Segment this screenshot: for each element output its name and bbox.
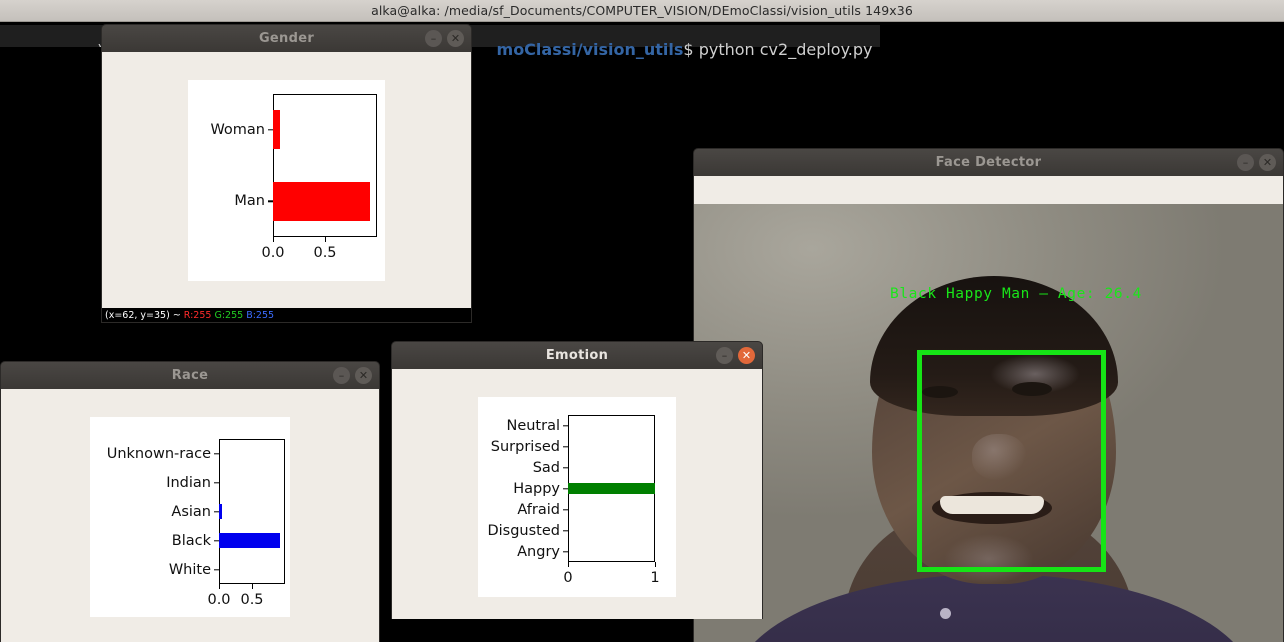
gender-x-tick-label: 0.5 [313,245,337,261]
emotion-window[interactable]: Emotion – ✕ Angry Disgusted Afraid Happy Sad… [391,341,763,619]
emotion-toolbar[interactable] [391,369,763,397]
race-window[interactable]: Race – ✕ White Black Asian Indian Unknown-ra… [0,361,380,642]
emotion-window-controls: – ✕ [716,347,755,364]
emotion-y-label: Afraid [517,501,560,518]
terminal-right-fill [880,22,1284,48]
emotion-plot-area: Angry Disgusted Afraid Happy Sad Surprised Neu… [391,397,763,619]
race-bar-black [219,532,281,549]
face-detector-window-controls: – ✕ [1237,154,1276,171]
race-y-tick [214,568,219,571]
emotion-titlebar[interactable]: Emotion – ✕ [391,341,763,369]
gender-x-tick-label: 0.0 [261,245,285,261]
face-prediction-label: Black Happy Man — Age: 26.4 [890,286,1142,302]
emotion-x-tick [655,562,657,567]
race-y-tick [214,452,219,455]
gender-x-tick [273,237,275,242]
emotion-y-label: Happy [513,480,560,497]
face-bounding-box [917,350,1106,572]
rgb-g-value: G:255 [211,309,244,321]
gender-bar-woman [273,110,281,150]
emotion-y-label: Disgusted [487,522,560,539]
emotion-y-tick [563,466,568,469]
terminal-titlebar[interactable]: alka@alka: /media/sf_Documents/COMPUTER_… [0,0,1284,22]
face-detector-video: Black Happy Man — Age: 26.4 [693,204,1284,642]
minimize-icon[interactable]: – [1237,154,1254,171]
race-y-label: Asian [171,503,211,520]
gender-y-label: Man [234,193,265,210]
emotion-chart-canvas: Angry Disgusted Afraid Happy Sad Surprised Neu… [478,397,676,597]
emotion-y-tick [563,445,568,448]
face-detector-title: Face Detector [935,155,1042,170]
terminal-title: alka@alka: /media/sf_Documents/COMPUTER_… [371,3,913,18]
race-y-label: Black [171,532,211,549]
gender-window-controls: – ✕ [425,30,464,47]
race-x-tick [219,584,221,589]
face-detector-toolbar[interactable] [693,176,1284,204]
race-chart-canvas: White Black Asian Indian Unknown-race 0.0 0.5 [90,417,290,617]
gender-chart-canvas: Man Woman 0.0 0.5 [188,80,385,281]
race-titlebar[interactable]: Race – ✕ [0,361,380,389]
gender-bar-chart: Man Woman 0.0 0.5 [188,80,385,281]
gender-titlebar[interactable]: Gender – ✕ [101,24,472,52]
race-window-controls: – ✕ [333,367,372,384]
face-detector-window[interactable]: Face Detector – ✕ Black Happy Man — Age:… [693,148,1284,642]
race-title: Race [171,368,209,383]
emotion-y-label: Sad [532,459,560,476]
race-bar-asian [219,503,222,520]
minimize-icon[interactable]: – [333,367,350,384]
rgb-b-value: B:255 [243,309,275,321]
emotion-y-label: Neutral [506,417,560,434]
gender-plot-area: Man Woman 0.0 0.5 [101,80,472,308]
minimize-icon[interactable]: – [716,347,733,364]
rgb-r-value: R:255 [183,309,212,321]
race-y-tick [214,481,219,484]
race-x-tick-label: 0.5 [240,592,264,608]
gender-title: Gender [258,31,315,46]
close-icon[interactable]: ✕ [355,367,372,384]
face-detector-titlebar[interactable]: Face Detector – ✕ [693,148,1284,176]
terminal-command-text: python cv2_deploy.py [698,40,873,59]
race-y-label: White [168,561,211,578]
race-plot-area: White Black Asian Indian Unknown-race 0.0 0.5 [0,417,380,642]
close-icon[interactable]: ✕ [738,347,755,364]
terminal-command-line: moClassi/vision_utils$ python cv2_deploy… [466,24,873,75]
race-x-tick [252,584,254,589]
race-y-label: Indian [166,474,211,491]
emotion-y-label: Angry [517,543,560,560]
race-y-label: Unknown-race [106,445,211,462]
emotion-x-tick-label: 0 [563,570,573,586]
emotion-y-label: Surprised [490,438,560,455]
emotion-bar-chart: Angry Disgusted Afraid Happy Sad Surprised Neu… [478,397,676,597]
gender-y-label: Woman [210,121,265,138]
desktop-screen: alka@alka: /media/sf_Documents/COMPUTER_… [0,0,1284,642]
race-axes-frame [219,439,285,584]
emotion-y-tick [563,529,568,532]
gender-toolbar[interactable] [101,52,472,80]
emotion-y-tick [563,508,568,511]
minimize-icon[interactable]: – [425,30,442,47]
emotion-y-tick [563,550,568,553]
close-icon[interactable]: ✕ [447,30,464,47]
race-x-tick-label: 0.0 [207,592,231,608]
gender-x-tick [325,237,327,242]
gender-bar-man [273,181,370,221]
race-bar-chart: White Black Asian Indian Unknown-race 0.0 0.5 [90,417,290,617]
close-icon[interactable]: ✕ [1259,154,1276,171]
shirt-button [940,608,951,619]
gender-statusbar: (x=62, y=35) ~ R:255 G:255 B:255 [101,308,472,323]
cursor-coords: (x=62, y=35) ~ [105,309,184,321]
race-toolbar[interactable] [0,389,380,417]
terminal-path: moClassi/vision_utils [496,40,684,59]
emotion-bar-happy [568,482,655,495]
terminal-dollar: $ [683,40,694,59]
emotion-x-tick-label: 1 [650,570,660,586]
emotion-x-tick [568,562,570,567]
emotion-title: Emotion [545,348,609,363]
emotion-y-tick [563,424,568,427]
gender-window[interactable]: Gender – ✕ Man Woman 0.0 0.5 (x=62, y=35) ~… [101,24,472,323]
